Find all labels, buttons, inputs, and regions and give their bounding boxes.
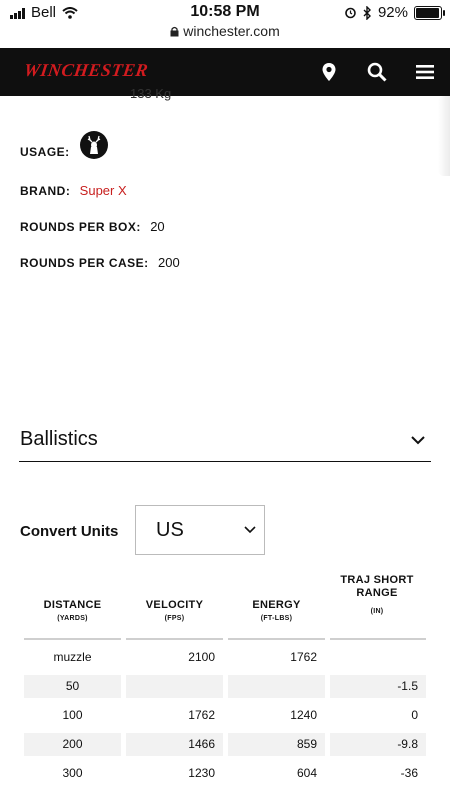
table-cell: 1466: [126, 733, 223, 756]
column-title: VELOCITY: [145, 599, 204, 611]
table-cell: [228, 675, 325, 698]
table-cell: [330, 646, 426, 669]
brand-link[interactable]: Super X: [80, 183, 127, 198]
table-cell: 604: [296, 766, 317, 780]
header-underline: [24, 638, 121, 640]
status-right: 92%: [344, 4, 445, 21]
units-select[interactable]: US: [135, 505, 265, 555]
table-cell: 1240: [290, 708, 317, 722]
battery-percent: 92%: [377, 4, 408, 21]
status-bar: Bell 10:58 PM winchester.com 92%: [0, 0, 450, 48]
brand-row: BRAND: Super X: [20, 183, 127, 198]
menu-icon[interactable]: [414, 61, 436, 83]
table-cell: 100: [62, 708, 83, 722]
header-underline: [126, 638, 223, 640]
ballistics-heading[interactable]: Ballistics: [20, 428, 98, 451]
column-title: ENERGY: [252, 599, 301, 611]
bluetooth-icon: [363, 5, 371, 20]
chevron-down-icon[interactable]: [410, 434, 426, 446]
usage-label: USAGE:: [20, 145, 70, 159]
column-unit: (FT-LBS): [260, 615, 293, 622]
table-cell: -9.8: [330, 733, 426, 756]
column-header-distance: DISTANCE (YARDS): [24, 599, 121, 622]
table-cell: 1762: [290, 650, 317, 664]
search-icon[interactable]: [366, 61, 388, 83]
table-cell: 1230: [188, 766, 215, 780]
table-cell: -36: [400, 766, 418, 780]
column-unit: (IN): [370, 608, 384, 615]
column-unit: (YARDS): [57, 615, 88, 622]
rounds-per-box-row: ROUNDS PER BOX: 20: [20, 219, 165, 234]
rounds-per-case-row: ROUNDS PER CASE: 200: [20, 255, 180, 270]
column-header-velocity: VELOCITY (FPS): [126, 599, 223, 622]
table-cell: 859: [228, 733, 325, 756]
column-title: TRAJ SHORT RANGE: [340, 574, 414, 599]
table-cell: 0: [411, 708, 418, 722]
site-header: WINCHESTER: [0, 48, 450, 96]
clipped-spec-text: 133 Kg: [130, 86, 172, 101]
table-cell: 50: [24, 675, 121, 698]
winchester-logo[interactable]: WINCHESTER: [23, 60, 150, 81]
table-cell: 2100: [188, 650, 215, 664]
deer-hunting-icon: [80, 131, 108, 159]
rounds-per-case-value: 200: [158, 255, 180, 270]
rounds-per-box-value: 20: [150, 219, 165, 234]
usage-row: USAGE:: [20, 145, 70, 159]
column-unit: (FPS): [164, 615, 185, 622]
header-underline: [330, 638, 426, 640]
table-cell: 1762: [188, 708, 215, 722]
table-cell: 200: [24, 733, 121, 756]
section-divider: [19, 461, 431, 462]
battery-icon: [414, 5, 445, 20]
rounds-per-box-label: ROUNDS PER BOX:: [20, 220, 141, 234]
table-cell: muzzle: [53, 650, 92, 664]
location-pin-icon[interactable]: [318, 61, 340, 83]
address-bar[interactable]: winchester.com: [0, 23, 450, 39]
column-title: DISTANCE: [43, 599, 102, 611]
scroll-edge-shadow: [438, 96, 450, 176]
convert-units-label: Convert Units: [20, 523, 119, 540]
table-cell: 300: [62, 766, 83, 780]
column-header-traj-short-range: TRAJ SHORT RANGE (IN): [337, 574, 417, 618]
alarm-icon: [345, 7, 356, 19]
header-underline: [228, 638, 325, 640]
units-selected-value: US: [156, 519, 184, 541]
lock-icon: [170, 26, 179, 37]
table-cell: [126, 675, 223, 698]
url-text: winchester.com: [183, 23, 280, 39]
table-cell: -1.5: [330, 675, 426, 698]
rounds-per-case-label: ROUNDS PER CASE:: [20, 256, 149, 270]
brand-label: BRAND:: [20, 184, 71, 198]
chevron-down-icon: [244, 526, 256, 534]
column-header-energy: ENERGY (FT-LBS): [228, 599, 325, 622]
